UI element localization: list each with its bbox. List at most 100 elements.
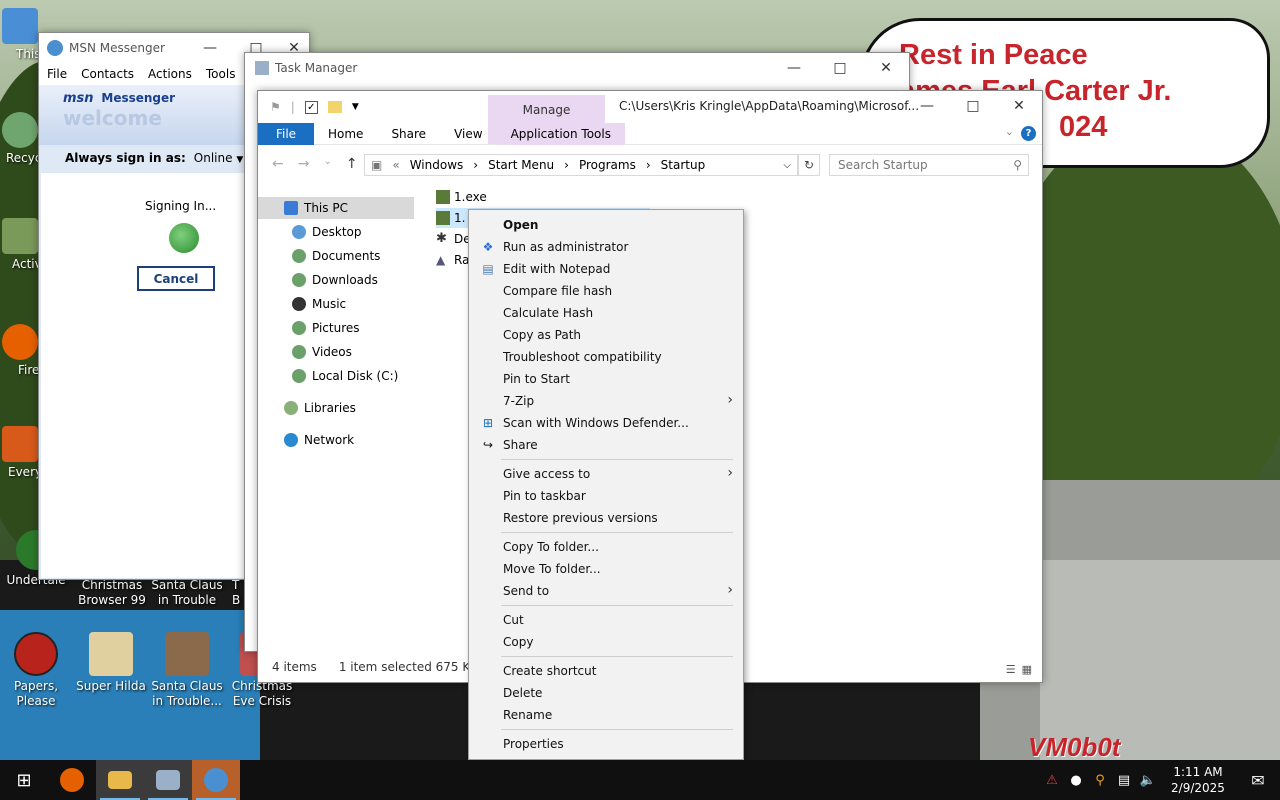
- desktop-icon-santa-claus-in-trouble-2[interactable]: Santa Claus in Trouble...: [147, 632, 227, 709]
- details-view-icon[interactable]: ☰: [1006, 663, 1016, 676]
- nav-item-videos[interactable]: Videos: [258, 341, 352, 363]
- security-alert-icon[interactable]: ⚠: [1040, 773, 1064, 788]
- back-arrow-icon[interactable]: ←: [272, 156, 284, 172]
- menu-item-copy-as-path[interactable]: Copy as Path: [469, 324, 743, 346]
- firefox-taskbar-button[interactable]: [48, 760, 96, 800]
- properties-check-icon[interactable]: ✓: [304, 100, 318, 114]
- cancel-button[interactable]: Cancel: [137, 266, 215, 291]
- nav-item-this-pc[interactable]: This PC: [258, 197, 414, 219]
- nav-item-downloads[interactable]: Downloads: [258, 269, 378, 291]
- nav-item-libraries[interactable]: Libraries: [258, 397, 356, 419]
- task-manager-taskbar-button[interactable]: [144, 760, 192, 800]
- menu-item-pin-to-start[interactable]: Pin to Start: [469, 368, 743, 390]
- desktop-icon-papers-please[interactable]: Papers, Please: [0, 632, 76, 709]
- menu-item-create-shortcut[interactable]: Create shortcut: [469, 660, 743, 682]
- nav-item-music[interactable]: Music: [258, 293, 346, 315]
- maximize-icon[interactable]: □: [950, 91, 996, 121]
- desktop-icon-firefox[interactable]: Firef: [0, 324, 44, 378]
- notification-center-icon[interactable]: ✉: [1236, 771, 1280, 790]
- new-folder-icon[interactable]: [327, 101, 342, 113]
- volume-icon[interactable]: 🔈: [1136, 773, 1160, 788]
- msn-menu-actions[interactable]: Actions: [148, 67, 192, 81]
- close-icon[interactable]: ✕: [863, 53, 909, 83]
- pin-icon[interactable]: ⚑: [270, 100, 281, 114]
- desktop-icon-recycle-bin[interactable]: Recyc: [0, 112, 41, 166]
- desktop-icon-every[interactable]: Every: [0, 426, 42, 480]
- menu-item-label: Share: [503, 438, 538, 452]
- file-item-1-exe[interactable]: 1.exe: [436, 187, 487, 207]
- forward-arrow-icon[interactable]: →: [298, 156, 310, 172]
- tab-file[interactable]: File: [258, 122, 314, 145]
- menu-item-properties[interactable]: Properties: [469, 733, 743, 755]
- task-manager-titlebar[interactable]: Task Manager — □ ✕: [245, 53, 909, 83]
- file-explorer-taskbar-button[interactable]: [96, 760, 144, 800]
- desktop-icon-christmas-browser[interactable]: Christmas Browser 99: [72, 578, 152, 608]
- menu-item-calculate-hash[interactable]: Calculate Hash: [469, 302, 743, 324]
- search-input[interactable]: Search Startup ⚲: [829, 154, 1029, 176]
- help-icon[interactable]: ?: [1021, 126, 1036, 141]
- msn-menu-contacts[interactable]: Contacts: [81, 67, 134, 81]
- tab-view[interactable]: View: [440, 123, 496, 145]
- maximize-icon[interactable]: □: [817, 53, 863, 83]
- breadcrumb-overflow-icon[interactable]: «: [392, 158, 399, 172]
- menu-item-compare-file-hash[interactable]: Compare file hash: [469, 280, 743, 302]
- menu-item-cut[interactable]: Cut: [469, 609, 743, 631]
- refresh-icon[interactable]: ↻: [798, 154, 820, 176]
- minimize-icon[interactable]: —: [187, 33, 233, 63]
- breadcrumb-windows[interactable]: Windows: [410, 158, 464, 172]
- msn-menu-tools[interactable]: Tools: [206, 67, 236, 81]
- menu-item-give-access-to[interactable]: Give access to ›: [469, 463, 743, 485]
- desktop-icon-santa-claus-in-trouble[interactable]: Santa Claus in Trouble: [147, 578, 227, 608]
- desktop-icon-super-hilda[interactable]: Super Hilda: [71, 632, 151, 694]
- close-icon[interactable]: ✕: [996, 91, 1042, 121]
- menu-item-delete[interactable]: Delete: [469, 682, 743, 704]
- nav-item-local-disk[interactable]: Local Disk (C:): [258, 365, 398, 387]
- recent-dropdown-icon[interactable]: ⌄: [323, 156, 331, 172]
- menu-item-restore-previous-versions[interactable]: Restore previous versions: [469, 507, 743, 529]
- qat-dropdown-icon[interactable]: ▼: [352, 102, 359, 112]
- msn-menu-file[interactable]: File: [47, 67, 67, 81]
- msn-tray-icon[interactable]: ●: [1064, 773, 1088, 788]
- tab-application-tools[interactable]: Application Tools: [496, 122, 625, 145]
- start-button[interactable]: ⊞: [0, 760, 48, 800]
- menu-item-pin-to-taskbar[interactable]: Pin to taskbar: [469, 485, 743, 507]
- desktop-icon-this-pc[interactable]: This: [0, 8, 41, 62]
- menu-item-open[interactable]: Open: [469, 214, 743, 236]
- menu-item-run-as-administrator[interactable]: ❖ Run as administrator: [469, 236, 743, 258]
- menu-item-share[interactable]: ↪ Share: [469, 434, 743, 456]
- network-tray-icon[interactable]: ▤: [1112, 773, 1136, 788]
- tab-home[interactable]: Home: [314, 123, 377, 145]
- breadcrumb-start-menu[interactable]: Start Menu: [488, 158, 554, 172]
- nav-item-documents[interactable]: Documents: [258, 245, 380, 267]
- breadcrumb-programs[interactable]: Programs: [579, 158, 636, 172]
- nav-item-desktop[interactable]: Desktop: [258, 221, 362, 243]
- menu-item-send-to[interactable]: Send to ›: [469, 580, 743, 602]
- nav-item-pictures[interactable]: Pictures: [258, 317, 360, 339]
- menu-item-rename[interactable]: Rename: [469, 704, 743, 726]
- file-item-ra[interactable]: ▲ Ra: [436, 250, 469, 270]
- menu-item-move-to-folder[interactable]: Move To folder...: [469, 558, 743, 580]
- nav-item-network[interactable]: Network: [258, 429, 354, 451]
- minimize-icon[interactable]: —: [771, 53, 817, 83]
- menu-item-scan-with-windows-defender[interactable]: ⊞ Scan with Windows Defender...: [469, 412, 743, 434]
- search-tray-icon[interactable]: ⚲: [1088, 773, 1112, 788]
- menu-item-edit-with-notepad[interactable]: ▤ Edit with Notepad: [469, 258, 743, 280]
- breadcrumb-startup[interactable]: Startup: [661, 158, 706, 172]
- menu-item-copy-to-folder[interactable]: Copy To folder...: [469, 536, 743, 558]
- game-icon: [165, 632, 209, 676]
- desktop-icon-activ[interactable]: Activ: [0, 218, 42, 272]
- msn-messenger-taskbar-button[interactable]: [192, 760, 240, 800]
- large-icons-view-icon[interactable]: ▦: [1022, 663, 1032, 676]
- up-arrow-icon[interactable]: ↑: [346, 156, 358, 172]
- address-dropdown-icon[interactable]: ⌵: [783, 160, 791, 171]
- ribbon-expand-icon[interactable]: ⌄: [1005, 125, 1014, 138]
- menu-item-copy[interactable]: Copy: [469, 631, 743, 653]
- menu-item-troubleshoot-compatibility[interactable]: Troubleshoot compatibility: [469, 346, 743, 368]
- file-item-de[interactable]: ✱ De: [436, 229, 471, 249]
- menu-item-7-zip[interactable]: 7-Zip ›: [469, 390, 743, 412]
- address-bar[interactable]: ▣ « Windows › Start Menu › Programs › St…: [364, 154, 798, 176]
- tab-share[interactable]: Share: [377, 123, 440, 145]
- minimize-icon[interactable]: —: [904, 91, 950, 121]
- status-dropdown[interactable]: Online ▼: [194, 151, 243, 165]
- clock[interactable]: 1:11 AM 2/9/2025: [1160, 764, 1236, 796]
